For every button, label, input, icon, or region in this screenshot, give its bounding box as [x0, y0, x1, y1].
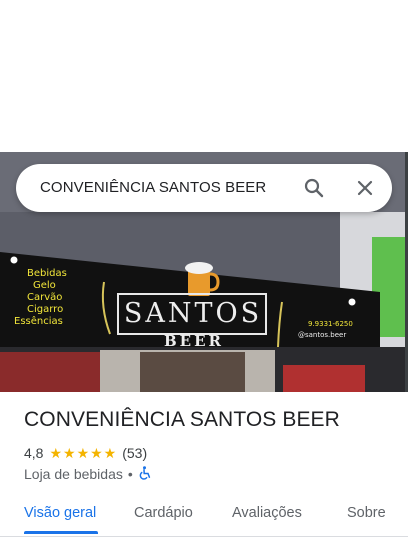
tab-reviews[interactable]: Avaliações [232, 505, 302, 521]
place-title: CONVENIÊNCIA SANTOS BEER [24, 408, 340, 431]
category-row: Loja de bebidas • [24, 465, 152, 483]
sign-phone: 9.9331-6250 [308, 320, 353, 328]
sign-line: Carvão [27, 292, 63, 303]
separator-dot: • [127, 466, 133, 482]
tab-overview[interactable]: Visão geral [24, 505, 96, 521]
sign-line: Bebidas [27, 268, 67, 279]
search-icon[interactable] [302, 176, 326, 200]
tabs-divider [0, 536, 408, 537]
rating-value: 4,8 [24, 445, 44, 461]
sign-left-list: Bebidas Gelo Carvão Cigarro Essências [14, 268, 67, 328]
search-bar[interactable]: CONVENIÊNCIA SANTOS BEER [16, 164, 392, 212]
sign-handle: @santos.beer [298, 331, 347, 339]
rating-row[interactable]: 4,8 ★★★★★ (53) [24, 444, 147, 462]
tab-menu[interactable]: Cardápio [134, 505, 193, 521]
active-tab-indicator [24, 531, 98, 534]
star-rating: ★★★★★ [49, 444, 118, 461]
wheelchair-icon [138, 465, 152, 483]
tab-about[interactable]: Sobre [347, 505, 386, 521]
sign-line: Gelo [33, 280, 56, 291]
blank-header-area [0, 0, 408, 152]
sign-main-text: SANTOS [123, 298, 263, 329]
category-label[interactable]: Loja de bebidas [24, 466, 123, 482]
sign-line: Essências [14, 316, 63, 327]
sign-sub-text: BEER [163, 332, 224, 350]
review-count[interactable]: (53) [122, 445, 147, 461]
place-tabs: Visão geral Cardápio Avaliações Sobre [0, 496, 408, 536]
close-icon[interactable] [353, 176, 377, 200]
search-input[interactable]: CONVENIÊNCIA SANTOS BEER [40, 164, 266, 212]
sign-line: Cigarro [27, 304, 64, 315]
